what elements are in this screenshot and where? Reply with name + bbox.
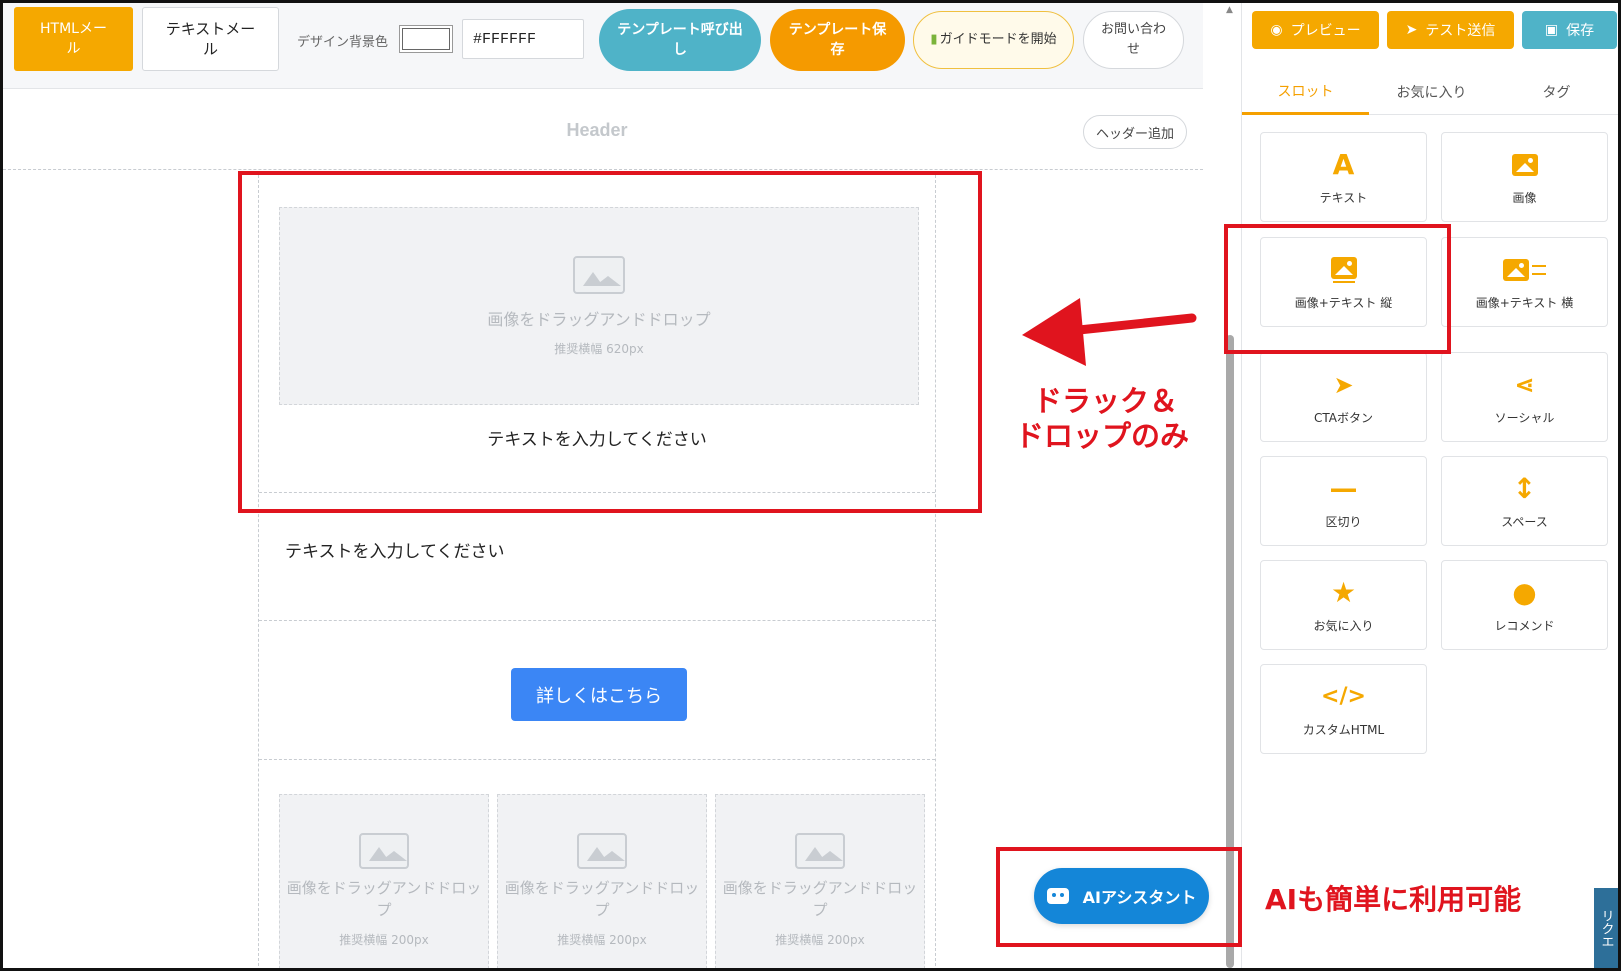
code-icon: </> <box>1321 683 1366 709</box>
drop-recommended-width: 推奨横幅 200px <box>557 933 647 947</box>
text-icon: A <box>1332 147 1355 181</box>
cta-block[interactable]: 詳しくはこちら <box>259 623 935 760</box>
floppy-icon: ▣ <box>1544 22 1559 38</box>
drop-title: 画像をドラッグアンドドロップ <box>722 879 918 919</box>
annotation-drag-line2: ドロップのみ <box>1015 419 1190 453</box>
beginner-icon: ▮ <box>930 32 938 47</box>
tab-favorites[interactable]: お気に入り <box>1369 69 1494 115</box>
image-placeholder-icon <box>577 833 627 869</box>
image-placeholder-icon <box>359 833 409 869</box>
star-icon: ★ <box>1330 575 1357 609</box>
image-placeholder-icon <box>795 833 845 869</box>
scroll-up-arrow-icon[interactable]: ▲ <box>1226 5 1234 15</box>
tile-label: カスタムHTML <box>1302 722 1385 737</box>
tile-label: CTAボタン <box>1314 410 1373 425</box>
annotation-arrow <box>1022 298 1197 366</box>
image-drop-zone[interactable]: 画像をドラッグアンドドロップ 推奨横幅 200px <box>497 794 707 969</box>
bg-color-input[interactable]: #FFFFFF <box>462 19 584 59</box>
lightbulb-icon: ● <box>1512 575 1537 609</box>
tile-label: スペース <box>1501 514 1548 529</box>
html-mail-button[interactable]: HTMLメール <box>14 7 133 71</box>
save-button[interactable]: ▣ 保存 <box>1522 11 1617 49</box>
tile-image[interactable]: 画像 <box>1441 132 1608 222</box>
save-label: 保存 <box>1566 23 1595 39</box>
bg-color-swatch[interactable] <box>399 25 453 53</box>
drop-recommended-width: 推奨横幅 200px <box>775 933 865 947</box>
contact-button[interactable]: お問い合わせ <box>1083 11 1184 69</box>
paper-plane-icon: ➤ <box>1405 22 1418 38</box>
template-call-button[interactable]: テンプレート呼び出し <box>599 9 761 71</box>
image-text-horizontal-icon <box>1503 254 1546 286</box>
text-mail-button[interactable]: テキストメール <box>142 7 279 71</box>
tile-recommend[interactable]: ● レコメンド <box>1441 560 1608 650</box>
header-label: Header <box>566 120 628 140</box>
tile-label: 区切り <box>1325 514 1362 529</box>
tab-slot[interactable]: スロット <box>1242 69 1369 115</box>
annotation-box-ai <box>996 847 1242 947</box>
drop-title: 画像をドラッグアンドドロップ <box>504 879 700 919</box>
annotation-box-image-text <box>238 171 982 513</box>
image-icon <box>1511 149 1538 181</box>
share-icon: ⋖ <box>1514 370 1535 399</box>
guide-mode-button[interactable]: ▮ ガイドモードを開始 <box>913 11 1074 69</box>
text-placeholder[interactable]: テキストを入力してください <box>285 537 504 562</box>
drop-title: 画像をドラッグアンドドロップ <box>286 879 482 919</box>
cta-button[interactable]: 詳しくはこちら <box>511 668 687 721</box>
preview-label: プレビュー <box>1290 23 1361 39</box>
tile-label: 画像+テキスト 横 <box>1475 295 1574 310</box>
image-drop-zone[interactable]: 画像をドラッグアンドドロップ 推奨横幅 200px <box>279 794 489 969</box>
request-tab[interactable]: リクエ <box>1594 888 1618 968</box>
image-drop-zone[interactable]: 画像をドラッグアンドドロップ 推奨横幅 200px <box>715 794 925 969</box>
tile-label: お気に入り <box>1313 618 1374 633</box>
tile-label: 画像 <box>1512 190 1537 205</box>
eye-icon: ◉ <box>1270 22 1283 38</box>
editor-toolbar: HTMLメール テキストメール デザイン背景色 #FFFFFF テンプレート呼び… <box>3 3 1203 89</box>
tile-label: テキスト <box>1319 190 1368 205</box>
text-block[interactable]: テキストを入力してください <box>259 495 935 621</box>
tile-space[interactable]: ↕ スペース <box>1441 456 1608 546</box>
test-send-button[interactable]: ➤ テスト送信 <box>1387 11 1514 49</box>
tile-label: レコメンド <box>1494 618 1555 633</box>
cursor-icon: ➤ <box>1333 370 1354 399</box>
header-zone: Header ヘッダー追加 <box>3 90 1203 170</box>
guide-mode-label: ガイドモードを開始 <box>939 32 1057 47</box>
divider-icon: — <box>1329 471 1358 505</box>
tile-image-text-horizontal[interactable]: 画像+テキスト 横 <box>1441 237 1608 327</box>
tile-social[interactable]: ⋖ ソーシャル <box>1441 352 1608 442</box>
tile-custom-html[interactable]: </> カスタムHTML <box>1260 664 1427 754</box>
tile-divider[interactable]: — 区切り <box>1260 456 1427 546</box>
test-send-label: テスト送信 <box>1425 23 1496 39</box>
tile-favorite[interactable]: ★ お気に入り <box>1260 560 1427 650</box>
slot-panel: ◉ プレビュー ➤ テスト送信 ▣ 保存 スロット お気に入り タグ A テキス… <box>1241 3 1619 968</box>
drop-recommended-width: 推奨横幅 200px <box>339 933 429 947</box>
annotation-ai-note: AIも簡単に利用可能 <box>1265 883 1522 916</box>
tile-text[interactable]: A テキスト <box>1260 132 1427 222</box>
space-icon: ↕ <box>1512 471 1537 505</box>
panel-tabs: スロット お気に入り タグ <box>1242 69 1619 115</box>
template-save-button[interactable]: テンプレート保存 <box>770 9 905 71</box>
tab-tags[interactable]: タグ <box>1494 69 1619 115</box>
three-image-block[interactable]: 画像をドラッグアンドドロップ 推奨横幅 200px 画像をドラッグアンドドロップ… <box>259 762 935 971</box>
preview-button[interactable]: ◉ プレビュー <box>1252 11 1379 49</box>
header-add-button[interactable]: ヘッダー追加 <box>1083 115 1187 149</box>
tile-cta-button[interactable]: ➤ CTAボタン <box>1260 352 1427 442</box>
annotation-box-tile <box>1224 224 1451 354</box>
design-bg-label: デザイン背景色 <box>297 35 389 50</box>
tile-label: ソーシャル <box>1494 410 1555 425</box>
